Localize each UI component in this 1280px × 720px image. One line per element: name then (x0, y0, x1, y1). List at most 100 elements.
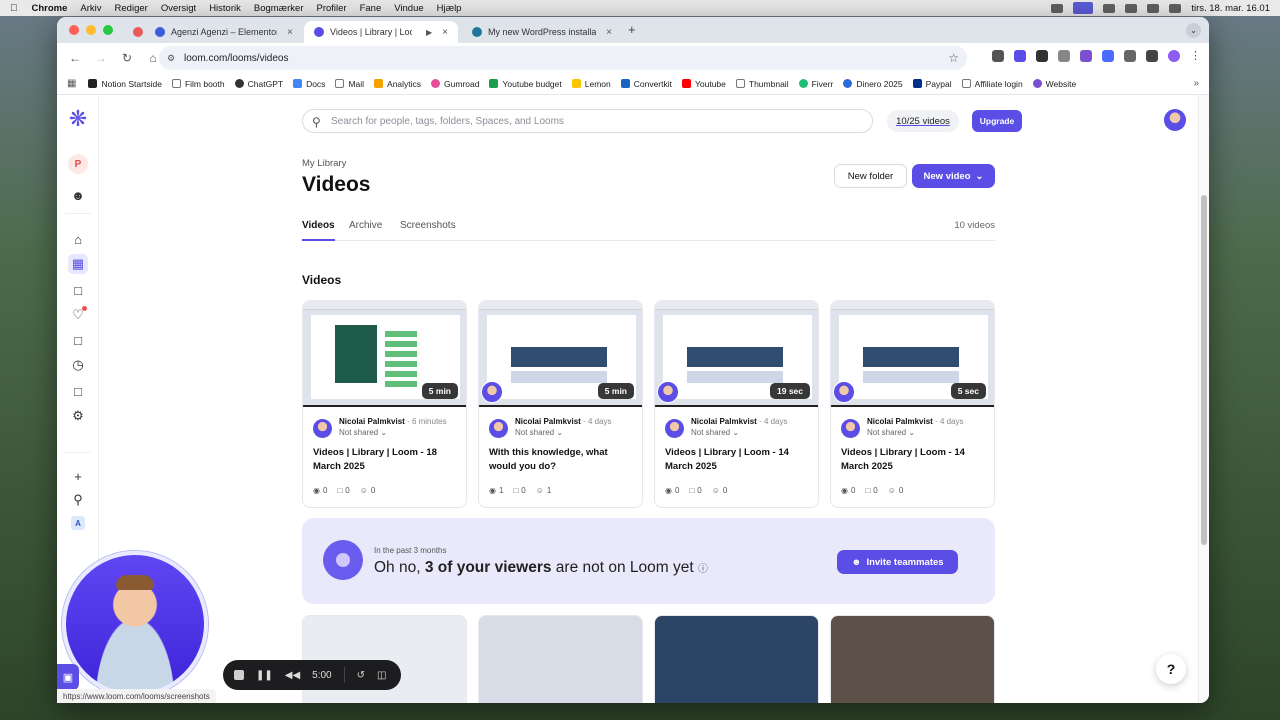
bookmark-mail[interactable]: Mail (335, 79, 364, 89)
notifications-bell-icon[interactable]: ♡ (68, 305, 88, 325)
rewind-icon[interactable]: ◀◀ (285, 670, 300, 681)
invite-teammates-button[interactable]: ☻ Invite teammates (837, 550, 958, 574)
calendar-icon[interactable]: □ (68, 280, 88, 300)
bookmark-icon[interactable]: □ (68, 330, 88, 350)
menu-app-name[interactable]: Chrome (32, 3, 68, 14)
close-tab-icon[interactable]: × (606, 27, 612, 38)
battery-icon[interactable] (1125, 3, 1138, 13)
scrollbar-thumb[interactable] (1201, 195, 1207, 545)
speaker-icon[interactable]: ▶ (426, 28, 432, 37)
bookmark-chatgpt[interactable]: ChatGPT (234, 79, 283, 89)
video-card[interactable]: 5 sec Nicolai Palmkvist · 4 days Not sha… (830, 300, 995, 508)
menu-rediger[interactable]: Rediger (115, 3, 148, 14)
help-button[interactable]: ? (1156, 654, 1186, 684)
bookmark-star-icon[interactable]: ☆ (948, 51, 959, 65)
menu-hjaelp[interactable]: Hjælp (437, 3, 462, 14)
sharing-status[interactable]: Not shared ⌄ (867, 428, 984, 437)
tab-archive[interactable]: Archive (349, 220, 382, 241)
new-folder-button[interactable]: New folder (834, 164, 907, 188)
tab-videos[interactable]: Videos (302, 220, 335, 241)
ext-icon-4[interactable] (1058, 49, 1070, 62)
bluetooth-icon[interactable] (1103, 3, 1116, 13)
video-card[interactable]: 5 min Nicolai Palmkvist · 6 minutes Not … (302, 300, 467, 508)
bookmark-notion[interactable]: Notion Startside (88, 79, 162, 89)
bookmark-thumbnail[interactable]: Thumbnail (735, 79, 789, 89)
upgrade-button[interactable]: Upgrade (972, 110, 1022, 132)
bookmark-youtube-budget[interactable]: Youtube budget (489, 79, 562, 89)
pause-icon[interactable]: ❚❚ (256, 670, 273, 681)
tab-elementor[interactable]: Agenzi Agenzi – Elementor Te × (145, 21, 303, 43)
menu-fane[interactable]: Fane (360, 3, 382, 14)
bookmark-film-booth[interactable]: Film booth (171, 79, 225, 89)
back-button[interactable]: ← (65, 48, 85, 68)
account-switcher[interactable]: A (68, 513, 88, 533)
microphone-icon[interactable] (1051, 3, 1064, 13)
screen-share-icon[interactable] (1073, 2, 1094, 14)
new-video-button[interactable]: New video ⌄ (912, 164, 995, 188)
extensions-puzzle-icon[interactable] (1124, 49, 1136, 62)
menu-profiler[interactable]: Profiler (316, 3, 346, 14)
people-icon[interactable]: ☻ (68, 185, 88, 205)
new-tab-button[interactable]: + (628, 22, 636, 37)
bookmark-website[interactable]: Website (1032, 79, 1076, 89)
ext-icon-3[interactable] (1036, 49, 1048, 62)
scrollbar[interactable] (1198, 95, 1209, 703)
add-icon[interactable]: + (68, 466, 88, 486)
close-tab-icon[interactable]: × (287, 27, 293, 38)
gift-icon[interactable]: □ (68, 381, 88, 401)
ext-icon-5[interactable] (1080, 49, 1092, 62)
address-bar[interactable]: ⚙ loom.com/looms/videos ☆ (159, 46, 967, 70)
camera-bubble[interactable] (62, 551, 208, 697)
pen-extension-icon[interactable] (992, 49, 1004, 62)
minimize-window-button[interactable] (86, 25, 96, 35)
close-tab-icon[interactable]: × (442, 27, 448, 38)
menu-vindue[interactable]: Vindue (394, 3, 423, 14)
library-icon[interactable]: ▦ (68, 254, 88, 274)
bookmark-youtube[interactable]: Youtube (682, 79, 726, 89)
video-card[interactable] (654, 615, 819, 703)
stop-recording-button[interactable] (234, 670, 244, 680)
video-title[interactable]: Videos | Library | Loom - 18 March 2025 (313, 446, 456, 476)
search-icon[interactable]: ⚲ (68, 490, 88, 510)
loom-extension-icon[interactable] (1014, 49, 1026, 62)
forward-button[interactable]: → (91, 48, 111, 68)
download-icon[interactable] (1146, 49, 1158, 62)
video-title[interactable]: With this knowledge, what would you do? (489, 446, 632, 476)
history-clock-icon[interactable]: ◷ (68, 355, 88, 375)
video-title[interactable]: Videos | Library | Loom - 14 March 2025 (665, 446, 808, 476)
video-card[interactable] (830, 615, 995, 703)
bookmark-lemon[interactable]: Lemon (571, 79, 611, 89)
menu-historik[interactable]: Historik (209, 3, 241, 14)
video-card[interactable] (478, 615, 643, 703)
sharing-status[interactable]: Not shared ⌄ (515, 428, 632, 437)
sharing-status[interactable]: Not shared ⌄ (691, 428, 808, 437)
chrome-menu-icon[interactable]: ⋮ (1190, 49, 1201, 62)
bookmark-analytics[interactable]: Analytics (374, 79, 421, 89)
close-window-button[interactable] (69, 25, 79, 35)
reload-button[interactable]: ↻ (117, 48, 137, 68)
wifi-icon[interactable] (1147, 3, 1160, 13)
menu-bogmaerker[interactable]: Bogmærker (254, 3, 304, 14)
video-card[interactable]: 19 sec Nicolai Palmkvist · 4 days Not sh… (654, 300, 819, 508)
video-quota-badge[interactable]: 10/25 videos (887, 110, 959, 132)
video-card[interactable]: 5 min Nicolai Palmkvist · 4 days Not sha… (478, 300, 643, 508)
site-info-icon[interactable]: ⚙ (167, 53, 177, 63)
profile-avatar-icon[interactable] (1168, 49, 1180, 62)
ext-icon-6[interactable] (1102, 49, 1114, 62)
video-thumbnail[interactable]: 5 sec (831, 301, 994, 407)
tab-wordpress[interactable]: My new WordPress installatio × (462, 21, 622, 43)
workspace-switcher[interactable]: P (68, 154, 88, 174)
zoom-window-button[interactable] (103, 25, 113, 35)
breadcrumb[interactable]: My Library (302, 158, 346, 169)
search-input[interactable]: ⚲ Search for people, tags, folders, Spac… (302, 109, 873, 133)
trash-icon[interactable]: ◫ (377, 670, 386, 681)
menu-oversigt[interactable]: Oversigt (161, 3, 196, 14)
sharing-status[interactable]: Not shared ⌄ (339, 428, 456, 437)
video-thumbnail[interactable]: 5 min (303, 301, 466, 407)
apps-grid-icon[interactable]: ▦ (67, 78, 76, 89)
loom-logo-icon[interactable]: ❋ (68, 106, 88, 131)
apple-menu-icon[interactable]:  (10, 3, 18, 14)
bookmark-dinero[interactable]: Dinero 2025 (843, 79, 903, 89)
spotlight-icon[interactable] (1169, 3, 1182, 13)
menubar-clock[interactable]: tirs. 18. mar. 16.01 (1191, 3, 1270, 14)
